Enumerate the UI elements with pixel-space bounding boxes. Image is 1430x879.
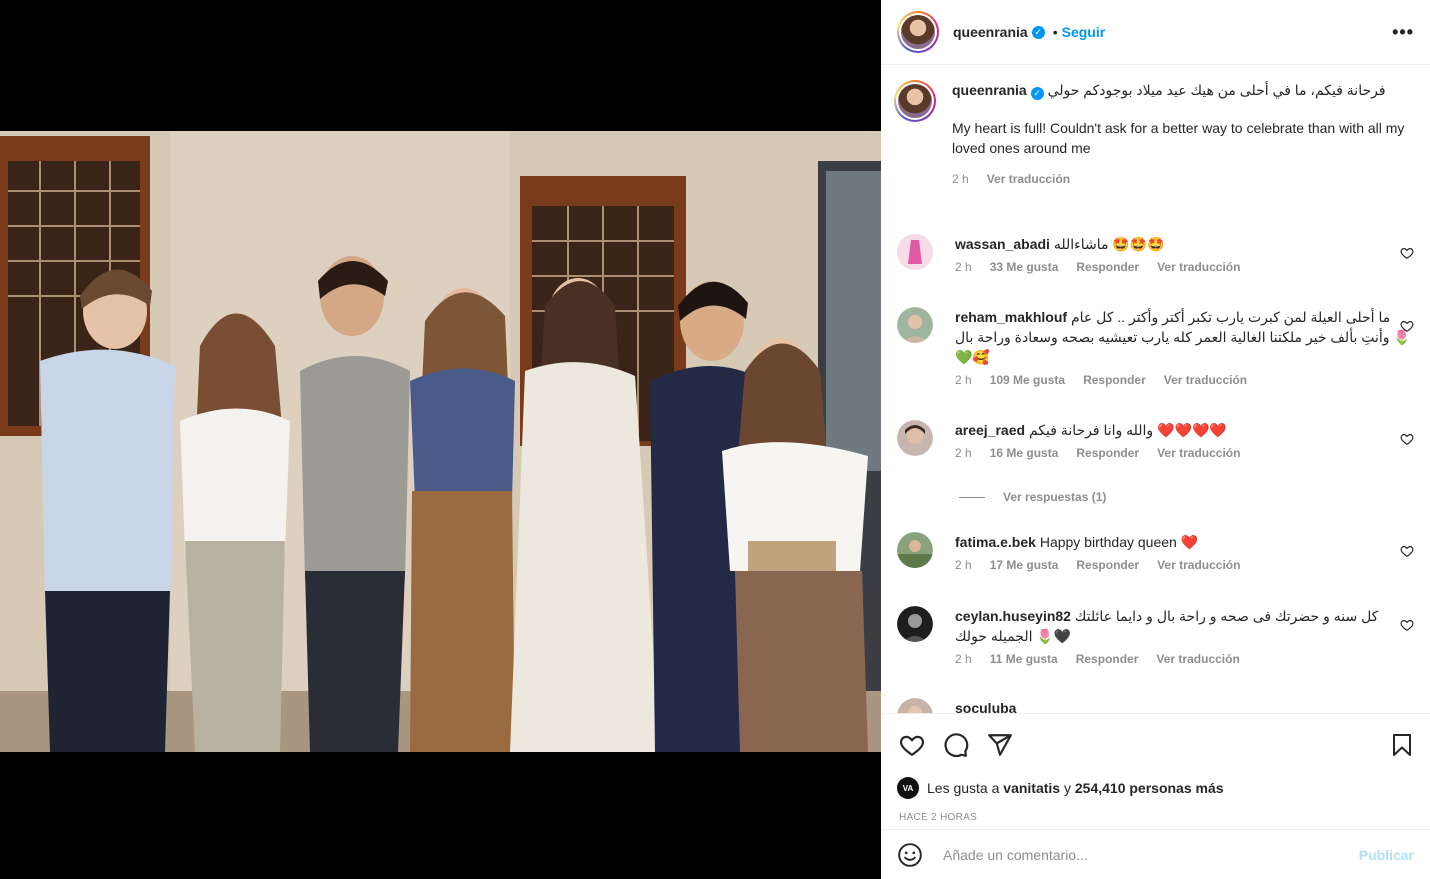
- likes-summary: VA Les gusta a vanitatis y 254,410 perso…: [897, 777, 1224, 799]
- translate-button[interactable]: Ver traducción: [1157, 558, 1240, 572]
- likes-prefix: Les gusta a: [927, 780, 1000, 796]
- publish-button[interactable]: Publicar: [1359, 847, 1414, 863]
- add-comment-bar: Publicar: [881, 829, 1430, 879]
- caption-text-ar: فرحانة فيكم، ما في أحلى من هيك عيد ميلاد…: [1047, 82, 1386, 98]
- caption-username[interactable]: queenrania: [952, 82, 1027, 98]
- follow-button[interactable]: Seguir: [1062, 24, 1106, 40]
- likes-conj: y: [1063, 780, 1071, 796]
- emoji-icon[interactable]: [897, 842, 923, 868]
- author-username[interactable]: queenrania: [953, 24, 1028, 40]
- comment-heart-icon[interactable]: [1400, 432, 1414, 446]
- comment-item: ceylan.huseyin82 كل سنه و حضرتك فى صحه و…: [897, 606, 1414, 666]
- comment-heart-icon[interactable]: [1400, 319, 1414, 333]
- comment-heart-icon[interactable]: [1400, 618, 1414, 632]
- caption-translate-button[interactable]: Ver traducción: [987, 172, 1070, 186]
- bookmark-icon[interactable]: [1390, 732, 1414, 758]
- more-options-icon[interactable]: •••: [1392, 22, 1414, 43]
- comment-item: areej_raed والله وانا فرحانة فيكم ❤️❤️❤️…: [897, 420, 1414, 460]
- post-media: [0, 0, 881, 879]
- comment-time: 2 h: [955, 652, 972, 666]
- commenter-avatar[interactable]: [897, 698, 933, 713]
- commenter-avatar[interactable]: [897, 532, 933, 568]
- comment-icon[interactable]: [943, 732, 969, 758]
- comment-likes[interactable]: 16 Me gusta: [990, 446, 1059, 460]
- comment-text: والله وانا فرحانة فيكم ❤️❤️❤️❤️: [1028, 422, 1227, 438]
- reply-button[interactable]: Responder: [1076, 260, 1139, 274]
- translate-button[interactable]: Ver traducción: [1157, 446, 1240, 460]
- comment-heart-icon[interactable]: [1400, 544, 1414, 558]
- commenter-avatar[interactable]: [897, 307, 933, 343]
- comment-time: 2 h: [955, 558, 972, 572]
- comment-text: ماشاءالله 🤩🤩🤩: [1053, 236, 1165, 252]
- send-icon[interactable]: [987, 732, 1013, 758]
- post-photo[interactable]: [0, 131, 881, 752]
- comment-likes[interactable]: 11 Me gusta: [990, 652, 1058, 666]
- comment-time: 2 h: [955, 260, 972, 274]
- comment-time: 2 h: [955, 373, 972, 387]
- heart-icon[interactable]: [899, 732, 925, 758]
- view-replies-label: Ver respuestas (1): [1003, 490, 1107, 504]
- caption-time: 2 h: [952, 172, 969, 186]
- post-header: queenrania ✓ • Seguir •••: [881, 0, 1430, 65]
- translate-button[interactable]: Ver traducción: [1157, 260, 1240, 274]
- author-avatar[interactable]: [897, 11, 939, 53]
- reply-button[interactable]: Responder: [1076, 446, 1139, 460]
- reply-button[interactable]: Responder: [1083, 373, 1146, 387]
- comment-item: soculuba: [897, 698, 1414, 713]
- separator-dot: •: [1052, 24, 1058, 40]
- verified-badge-icon: ✓: [1031, 25, 1045, 39]
- comment-heart-icon[interactable]: [1400, 246, 1414, 260]
- commenter-username[interactable]: areej_raed: [955, 422, 1025, 438]
- reply-button[interactable]: Responder: [1076, 558, 1139, 572]
- replies-line: [959, 496, 985, 498]
- comment-item: fatima.e.bek Happy birthday queen ❤️ 2 h…: [897, 532, 1414, 572]
- action-bar: [881, 713, 1430, 775]
- caption: queenrania ✓ فرحانة فيكم، ما في أحلى من ه…: [894, 80, 1414, 186]
- caption-avatar[interactable]: [894, 80, 936, 122]
- commenter-username[interactable]: fatima.e.bek: [955, 534, 1036, 550]
- comment-likes[interactable]: 109 Me gusta: [990, 373, 1065, 387]
- comment-item: reham_makhlouf ما أحلى العيلة لمن كبرت ي…: [897, 307, 1414, 387]
- post-time[interactable]: HACE 2 HORAS: [899, 812, 977, 823]
- commenter-avatar[interactable]: [897, 234, 933, 270]
- commenter-avatar[interactable]: [897, 420, 933, 456]
- commenter-username[interactable]: soculuba: [955, 700, 1016, 713]
- caption-text-en: My heart is full! Couldn't ask for a bet…: [952, 120, 1405, 156]
- comment-text: Happy birthday queen ❤️: [1039, 534, 1199, 550]
- comment-item: wassan_abadi ماشاءالله 🤩🤩🤩 2 h 33 Me gus…: [897, 234, 1414, 274]
- comment-likes[interactable]: 33 Me gusta: [990, 260, 1059, 274]
- comment-likes[interactable]: 17 Me gusta: [990, 558, 1059, 572]
- view-replies-button[interactable]: Ver respuestas (1): [959, 490, 1106, 504]
- comment-time: 2 h: [955, 446, 972, 460]
- post-panel: queenrania ✓ • Seguir ••• queenrania ✓ فر…: [881, 0, 1430, 879]
- commenter-username[interactable]: ceylan.huseyin82: [955, 608, 1071, 624]
- reply-button[interactable]: Responder: [1076, 652, 1139, 666]
- comment-input[interactable]: [943, 846, 1359, 863]
- translate-button[interactable]: Ver traducción: [1164, 373, 1247, 387]
- commenter-avatar[interactable]: [897, 606, 933, 642]
- liker-username[interactable]: vanitatis: [1003, 780, 1060, 796]
- liker-avatar[interactable]: VA: [897, 777, 919, 799]
- commenter-username[interactable]: reham_makhlouf: [955, 309, 1067, 325]
- verified-badge-icon: ✓: [1030, 87, 1044, 100]
- translate-button[interactable]: Ver traducción: [1156, 652, 1239, 666]
- likes-count[interactable]: 254,410 personas más: [1075, 780, 1224, 796]
- comments-list[interactable]: queenrania ✓ فرحانة فيكم، ما في أحلى من ه…: [881, 66, 1430, 713]
- commenter-username[interactable]: wassan_abadi: [955, 236, 1050, 252]
